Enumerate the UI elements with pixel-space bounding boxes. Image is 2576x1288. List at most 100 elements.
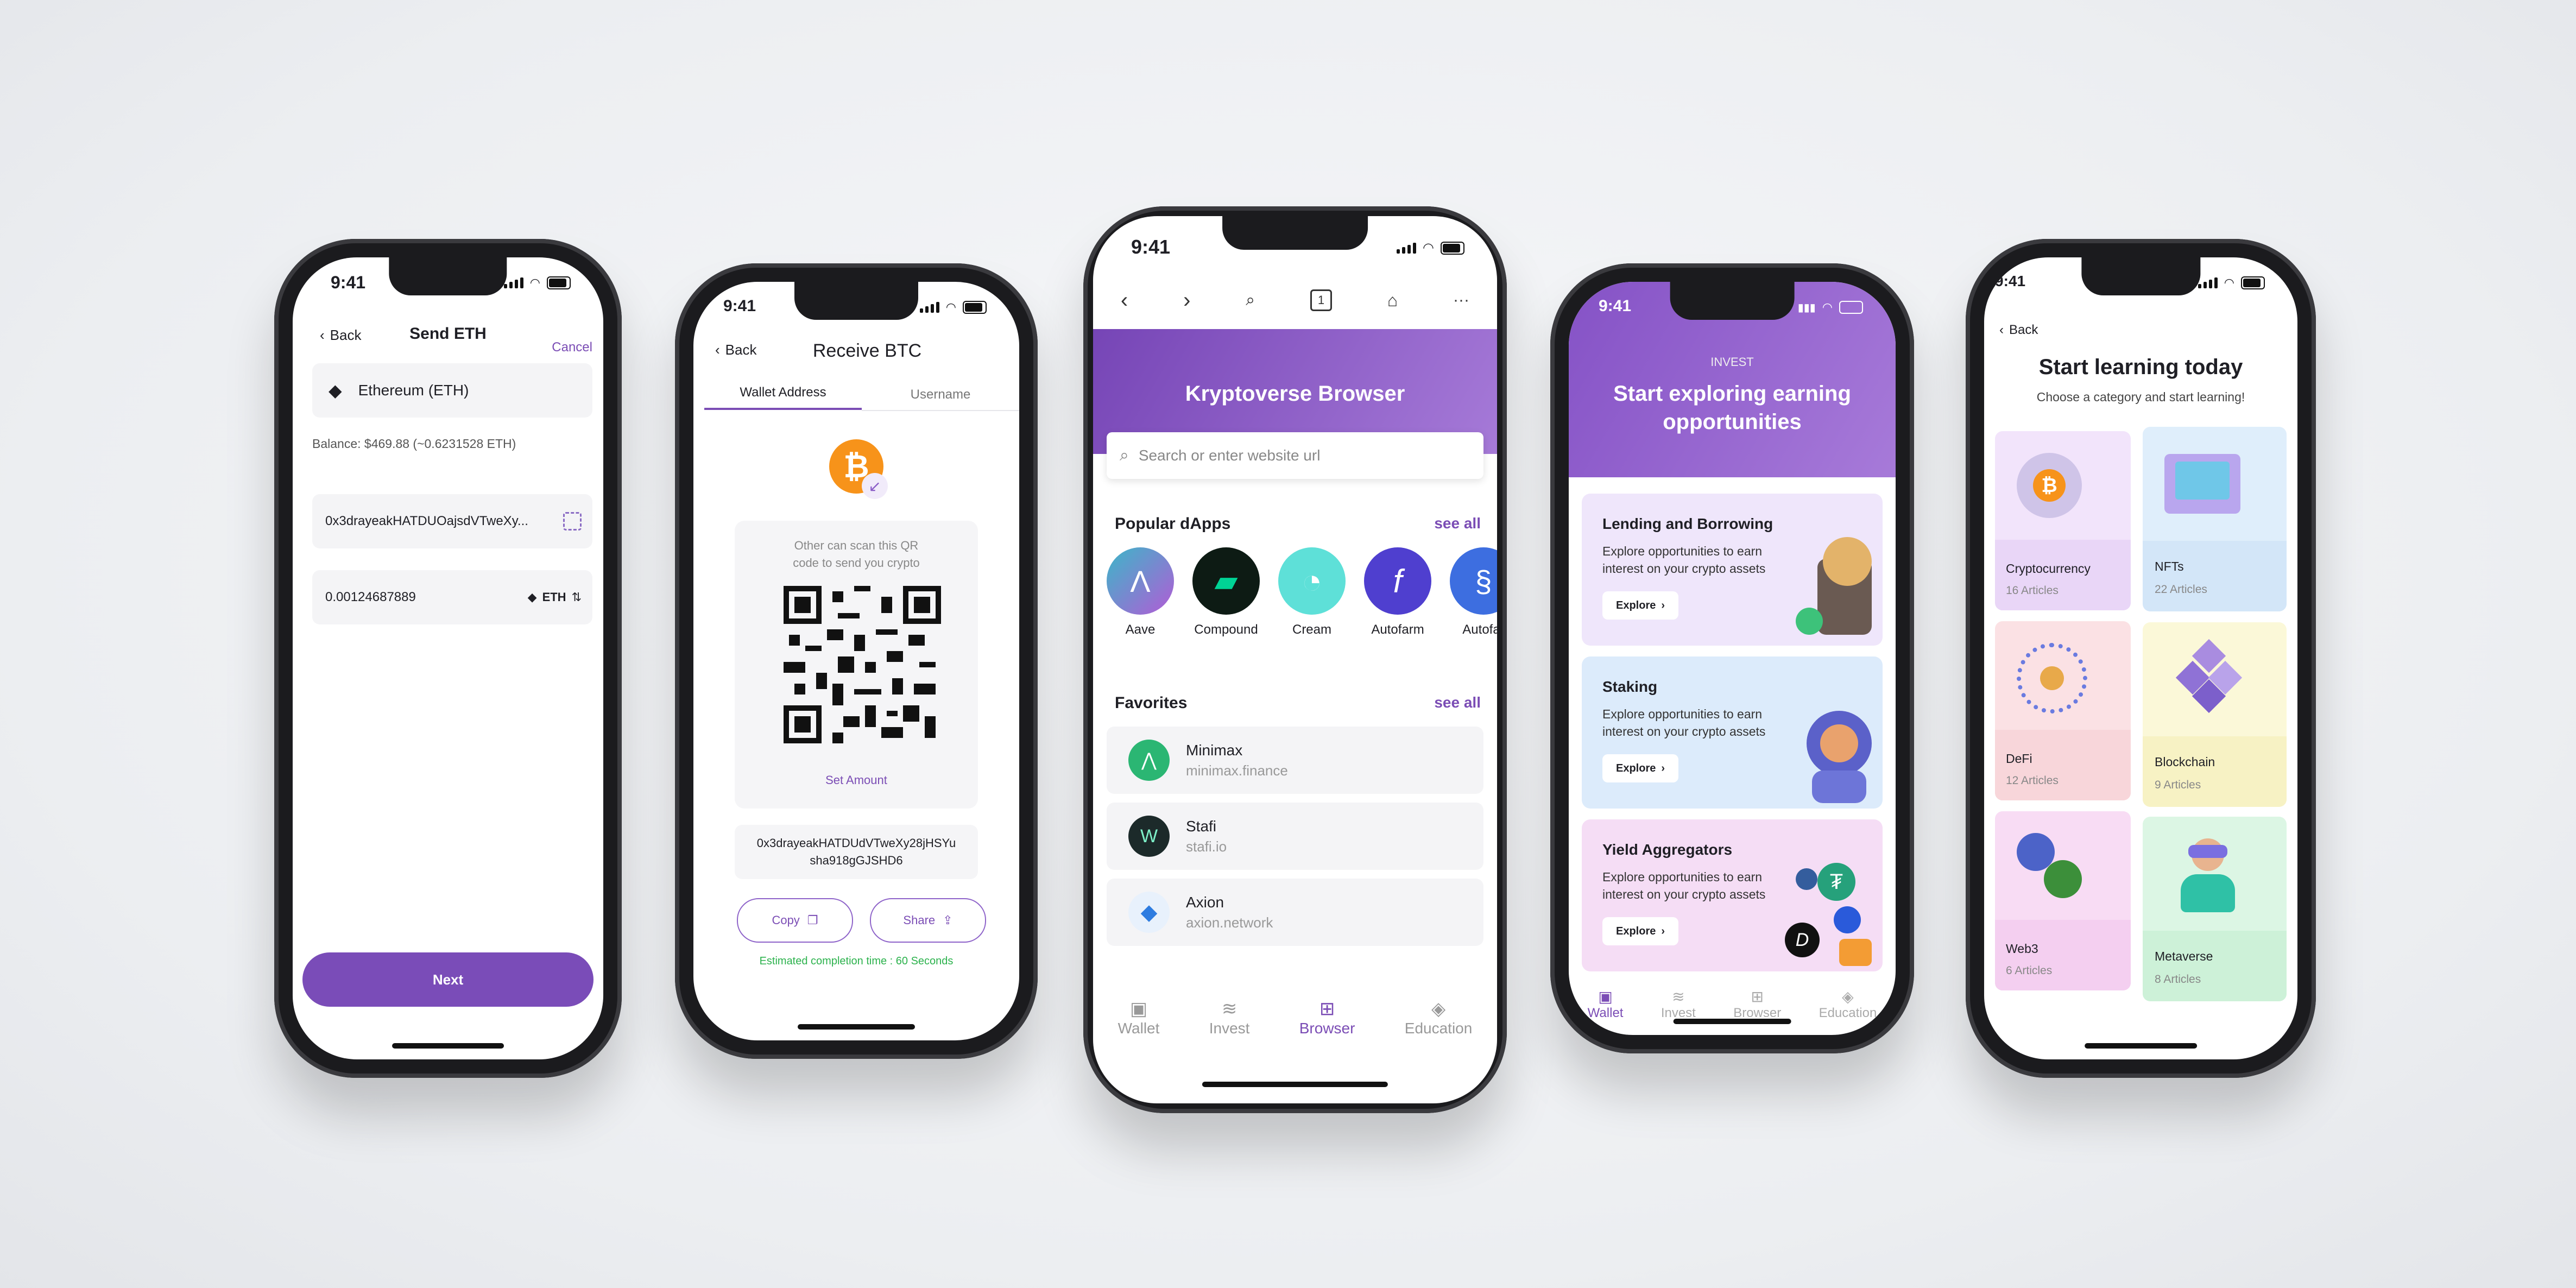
browser-icon: ⊞ [1319, 999, 1335, 1019]
wallet-icon: ▣ [1598, 988, 1613, 1005]
page-subtitle: Choose a category and start learning! [2036, 390, 2245, 404]
popular-see-all[interactable]: see all [1434, 515, 1481, 532]
wallet-icon: ▣ [1129, 999, 1148, 1019]
copy-button[interactable]: Copy ❐ [737, 898, 853, 943]
phone-learn: 9:41 ◠ ‹ Back Start learning today Choose… [1966, 239, 2316, 1078]
status-time: 9:41 [723, 297, 756, 315]
category-card[interactable]: DeFi 12 Articles [1995, 621, 2131, 800]
nav-education[interactable]: ◈ Education [1819, 988, 1877, 1021]
wifi-icon: ◠ [1822, 300, 1833, 314]
defi-icon [2017, 643, 2087, 714]
balance-text: Balance: $469.88 (~0.6231528 ETH) [312, 437, 516, 451]
browser-search-input[interactable]: ⌕ Search or enter website url [1107, 432, 1483, 479]
wallet-coin-illustration [1796, 537, 1877, 640]
battery-icon [547, 276, 571, 289]
battery-icon [2241, 276, 2265, 289]
astronaut-illustration [1801, 705, 1877, 803]
invest-icon: ≋ [1672, 988, 1685, 1005]
signal-icon [2198, 277, 2218, 288]
education-icon: ◈ [1431, 999, 1446, 1019]
more-icon[interactable]: ··· [1453, 291, 1469, 310]
wallet-address-box: 0x3drayeakHATDUdVTweXy28jHSYu sha918gGJS… [735, 825, 978, 879]
chevron-right-icon: › [1661, 925, 1665, 937]
cream-icon: ◔ [1278, 547, 1346, 615]
qr-caption: Other can scan this QR code to send you … [793, 539, 920, 570]
home-indicator [1202, 1082, 1388, 1087]
dapp-autofarm-2[interactable]: § Autofar [1450, 547, 1497, 637]
battery-icon [963, 301, 987, 314]
notch [2081, 257, 2201, 295]
blockchain-icon [2175, 639, 2243, 714]
favorite-item[interactable]: ◆ Axion axion.network [1107, 879, 1483, 946]
nav-wallet[interactable]: ▣ Wallet [1588, 988, 1624, 1021]
bottom-nav: ▣ Wallet ≋ Invest ⊞ Browser ◈ Education [1569, 988, 1896, 1021]
chevron-left-icon: ‹ [1999, 323, 2004, 337]
dapp-cream[interactable]: ◔ Cream [1278, 547, 1346, 637]
home-icon[interactable]: ⌂ [1387, 291, 1398, 311]
dapp-aave[interactable]: Λ Aave [1107, 547, 1174, 637]
cancel-button[interactable]: Cancel [552, 340, 592, 355]
category-card[interactable]: Web3 6 Articles [1995, 811, 2131, 990]
cryptocurrency-icon: ₿ [2017, 453, 2082, 518]
nav-invest[interactable]: ≋ Invest [1209, 998, 1250, 1037]
nav-wallet[interactable]: ▣ Wallet [1118, 998, 1160, 1037]
address-field[interactable]: 0x3drayeakHATDUOajsdVTweXy... [312, 494, 592, 548]
explore-button[interactable]: Explore › [1602, 591, 1678, 620]
favorite-item[interactable]: ⋀ Minimax minimax.finance [1107, 727, 1483, 794]
dapp-compound[interactable]: ▰ Compound [1192, 547, 1260, 637]
ethereum-icon: ◆ [527, 590, 537, 604]
nav-browser[interactable]: ⊞ Browser [1733, 988, 1781, 1021]
notch [794, 282, 918, 320]
next-button[interactable]: Next [302, 952, 594, 1007]
share-button[interactable]: Share ⇪ [870, 898, 986, 943]
metaverse-icon [2175, 833, 2240, 914]
back-button[interactable]: ‹ Back [715, 342, 756, 358]
status-time: 9:41 [331, 273, 366, 292]
explore-button[interactable]: Explore › [1602, 917, 1678, 945]
status-time: 9:41 [1599, 297, 1632, 315]
notch [1222, 216, 1368, 250]
invest-card[interactable]: Yield Aggregators Explore opportunities … [1582, 819, 1883, 971]
tab-wallet-address[interactable]: Wallet Address [704, 385, 862, 410]
category-card[interactable]: Metaverse 8 Articles [2143, 817, 2287, 1001]
tab-username[interactable]: Username [862, 387, 1019, 411]
share-icon: ⇪ [943, 913, 953, 927]
favorites-see-all[interactable]: see all [1434, 694, 1481, 711]
dapps-row: Λ Aave ▰ Compound ◔ Cream f Autofarm § A… [1107, 547, 1497, 637]
status-time: 9:41 [1995, 273, 2026, 289]
home-indicator [392, 1043, 504, 1049]
tokens-illustration: ₮ D [1779, 863, 1877, 966]
category-card[interactable]: ₿ Cryptocurrency 16 Articles [1995, 431, 2131, 610]
coin-selector[interactable]: ◆ Ethereum (ETH) [312, 363, 592, 418]
chevron-right-icon[interactable]: › [1183, 288, 1190, 313]
dapp-autofarm[interactable]: f Autofarm [1364, 547, 1431, 637]
category-card[interactable]: NFTs 22 Articles [2143, 427, 2287, 611]
home-indicator [798, 1024, 915, 1030]
invest-icon: ≋ [1221, 999, 1238, 1019]
nav-invest[interactable]: ≋ Invest [1661, 988, 1696, 1021]
qr-card: Other can scan this QR code to send you … [735, 521, 978, 809]
amount-field[interactable]: 0.00124687889 ◆ ETH ⇅ [312, 570, 592, 624]
battery-icon [1441, 241, 1464, 255]
nav-browser[interactable]: ⊞ Browser [1299, 998, 1355, 1037]
signal-icon [1397, 242, 1417, 254]
scan-icon[interactable] [563, 512, 582, 531]
battery-icon [1839, 301, 1863, 314]
category-card[interactable]: Blockchain 9 Articles [2143, 622, 2287, 807]
wifi-icon: ◠ [2224, 276, 2234, 289]
nav-education[interactable]: ◈ Education [1405, 998, 1473, 1037]
invest-card[interactable]: Staking Explore opportunities to earn in… [1582, 656, 1883, 809]
chevron-left-icon[interactable]: ‹ [1121, 288, 1128, 313]
invest-eyebrow: INVEST [1710, 355, 1754, 369]
favorite-item[interactable]: W Stafi stafi.io [1107, 803, 1483, 870]
invest-card[interactable]: Lending and Borrowing Explore opportunit… [1582, 494, 1883, 646]
invest-screen: 9:41 ▮▮▮ ◠ INVEST Start exploring earning… [1569, 282, 1896, 1035]
chevron-right-icon: › [1661, 762, 1665, 774]
tabs-count-button[interactable]: 1 [1310, 289, 1332, 311]
search-icon[interactable]: ⌕ [1246, 291, 1255, 310]
swap-icon[interactable]: ⇅ [572, 590, 582, 604]
back-button[interactable]: ‹ Back [1999, 323, 2038, 338]
set-amount-link[interactable]: Set Amount [735, 773, 978, 787]
explore-button[interactable]: Explore › [1602, 754, 1678, 782]
minimax-icon: ⋀ [1128, 740, 1170, 781]
